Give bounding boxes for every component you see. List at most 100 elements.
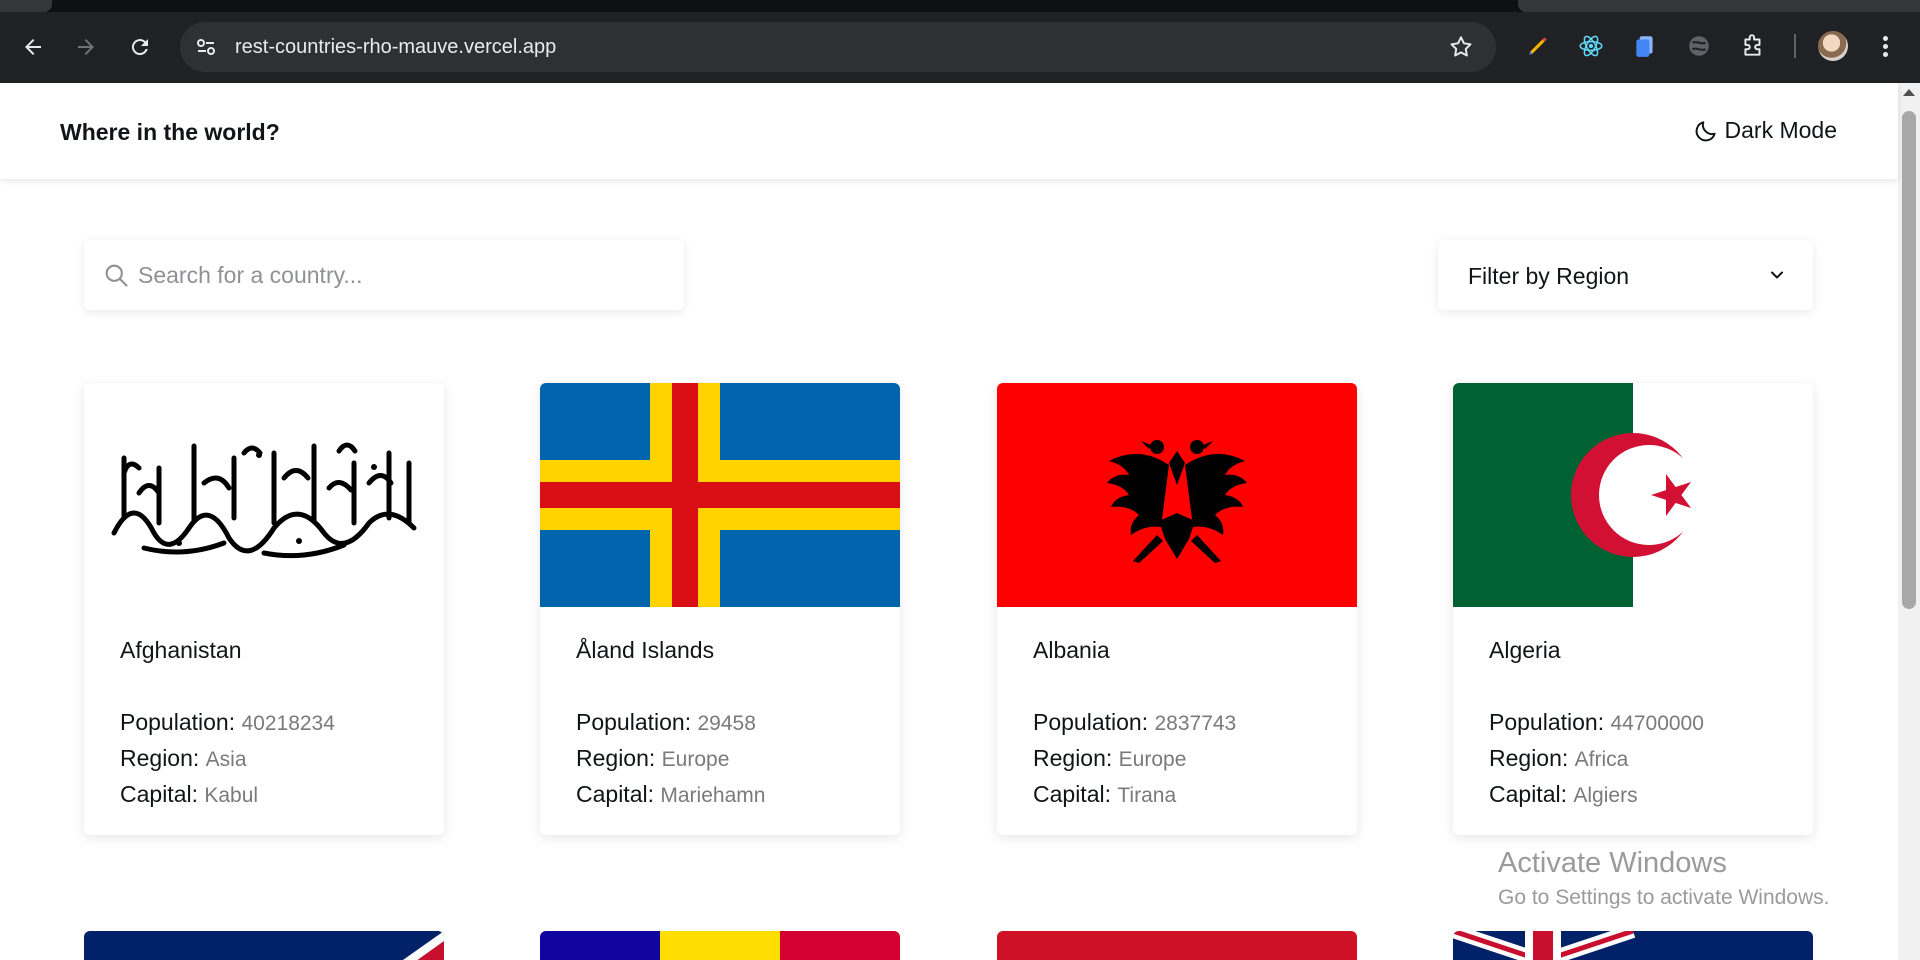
population-value: 44700000 xyxy=(1610,712,1704,735)
country-card-partial[interactable] xyxy=(997,931,1357,960)
flag-image xyxy=(997,931,1357,960)
extensions-button[interactable] xyxy=(1738,31,1768,61)
country-name: Afghanistan xyxy=(120,637,242,663)
tab[interactable] xyxy=(0,0,52,12)
page-title: Where in the world? xyxy=(60,119,280,145)
algeria-flag xyxy=(1453,383,1813,607)
address-bar[interactable]: rest-countries-rho-mauve.vercel.app xyxy=(180,22,1496,72)
population-label: Population: xyxy=(1489,709,1605,735)
search-box[interactable] xyxy=(84,240,684,310)
population-value: 40218234 xyxy=(241,712,335,735)
capital-label: Capital: xyxy=(576,781,654,807)
url-text[interactable]: rest-countries-rho-mauve.vercel.app xyxy=(235,36,556,59)
capital-value: Kabul xyxy=(204,784,259,807)
country-name: Albania xyxy=(1033,637,1110,663)
page-scrollbar[interactable] xyxy=(1898,83,1920,960)
population-value: 2837743 xyxy=(1154,712,1237,735)
scroll-up-arrow-icon[interactable] xyxy=(1903,89,1915,96)
population-value: 29458 xyxy=(697,712,756,735)
country-card-aland-islands[interactable]: Åland Islands Population: 29458 Region: … xyxy=(540,383,900,835)
pen-extension-button[interactable] xyxy=(1523,31,1553,61)
vpn-extension-button[interactable] xyxy=(1684,31,1714,61)
region-row: Region: Africa xyxy=(1489,745,1628,772)
search-input[interactable] xyxy=(138,240,668,310)
reload-button[interactable] xyxy=(121,28,159,66)
bookmark-star-icon[interactable] xyxy=(1448,34,1474,60)
tab[interactable] xyxy=(1518,0,1920,12)
aland-islands-flag xyxy=(540,383,900,607)
capital-row: Capital: Tirana xyxy=(1033,781,1176,808)
capital-label: Capital: xyxy=(1033,781,1111,807)
afghanistan-flag xyxy=(84,383,444,607)
capital-row: Capital: Algiers xyxy=(1489,781,1638,808)
capital-label: Capital: xyxy=(1489,781,1567,807)
region-row: Region: Asia xyxy=(120,745,247,772)
chevron-down-icon xyxy=(1771,271,1783,279)
watermark-subtitle: Go to Settings to activate Windows. xyxy=(1498,886,1830,909)
flag-image xyxy=(540,931,900,960)
flag-image xyxy=(84,383,444,607)
region-row: Region: Europe xyxy=(576,745,729,772)
capital-row: Capital: Mariehamn xyxy=(576,781,765,808)
extensions-puzzle-icon xyxy=(1744,34,1761,56)
country-card-albania[interactable]: Albania Population: 2837743 Region: Euro… xyxy=(997,383,1357,835)
flag-image xyxy=(997,383,1357,607)
forward-icon xyxy=(78,39,94,55)
population-row: Population: 40218234 xyxy=(120,709,335,736)
flag-image xyxy=(1453,383,1813,607)
menu-dots-icon[interactable] xyxy=(1873,30,1897,62)
region-label: Region: xyxy=(1033,745,1113,771)
region-row: Region: Europe xyxy=(1033,745,1186,772)
country-card-partial[interactable] xyxy=(540,931,900,960)
app-header: Where in the world? Dark Mode xyxy=(0,83,1898,179)
react-devtools-icon xyxy=(1579,35,1603,57)
back-icon xyxy=(25,39,41,55)
site-info-icon[interactable] xyxy=(194,35,218,59)
region-label: Region: xyxy=(120,745,200,771)
region-value: Europe xyxy=(661,748,730,771)
reload-icon xyxy=(131,39,148,56)
react-devtools-button[interactable] xyxy=(1576,31,1606,61)
population-row: Population: 2837743 xyxy=(1033,709,1236,736)
region-value: Asia xyxy=(205,748,247,771)
flag-image xyxy=(540,383,900,607)
dark-mode-toggle[interactable]: Dark Mode xyxy=(1693,117,1837,144)
population-row: Population: 29458 xyxy=(576,709,756,736)
country-card-algeria[interactable]: Algeria Population: 44700000 Region: Afr… xyxy=(1453,383,1813,835)
country-card-partial[interactable] xyxy=(84,931,444,960)
population-row: Population: 44700000 xyxy=(1489,709,1704,736)
region-value: Africa xyxy=(1574,748,1629,771)
watermark-title: Activate Windows xyxy=(1498,847,1727,879)
capital-row: Capital: Kabul xyxy=(120,781,258,808)
scroll-thumb[interactable] xyxy=(1902,111,1916,609)
docs-extension-button[interactable] xyxy=(1630,31,1660,61)
population-label: Population: xyxy=(576,709,692,735)
pen-extension-icon xyxy=(1529,37,1547,55)
country-card-afghanistan[interactable]: Afghanistan Population: 40218234 Region:… xyxy=(84,383,444,835)
forward-button[interactable] xyxy=(67,28,105,66)
moon-icon xyxy=(1695,120,1716,141)
population-label: Population: xyxy=(1033,709,1149,735)
dark-mode-label: Dark Mode xyxy=(1724,117,1837,143)
back-button[interactable] xyxy=(14,28,52,66)
search-icon xyxy=(105,264,128,287)
flag-image xyxy=(1453,931,1813,960)
filter-label: Filter by Region xyxy=(1468,263,1630,289)
region-filter-select[interactable]: Filter by Region xyxy=(1438,240,1813,310)
country-name: Algeria xyxy=(1489,637,1561,663)
flag-image xyxy=(84,931,444,960)
capital-value: Algiers xyxy=(1573,784,1638,807)
country-card-partial[interactable] xyxy=(1453,931,1813,960)
vpn-extension-icon xyxy=(1689,36,1709,56)
country-name: Åland Islands xyxy=(576,637,715,663)
region-label: Region: xyxy=(576,745,656,771)
toolbar-divider xyxy=(1794,34,1796,58)
capital-label: Capital: xyxy=(120,781,198,807)
capital-value: Tirana xyxy=(1117,784,1177,807)
windows-activation-watermark: Activate Windows Go to Settings to activ… xyxy=(1498,847,1830,910)
albania-flag xyxy=(997,383,1357,607)
browser-chrome: rest-countries-rho-mauve.vercel.app xyxy=(0,0,1920,83)
capital-value: Mariehamn xyxy=(660,784,766,807)
docs-extension-icon xyxy=(1636,36,1653,57)
profile-avatar[interactable] xyxy=(1818,31,1848,61)
